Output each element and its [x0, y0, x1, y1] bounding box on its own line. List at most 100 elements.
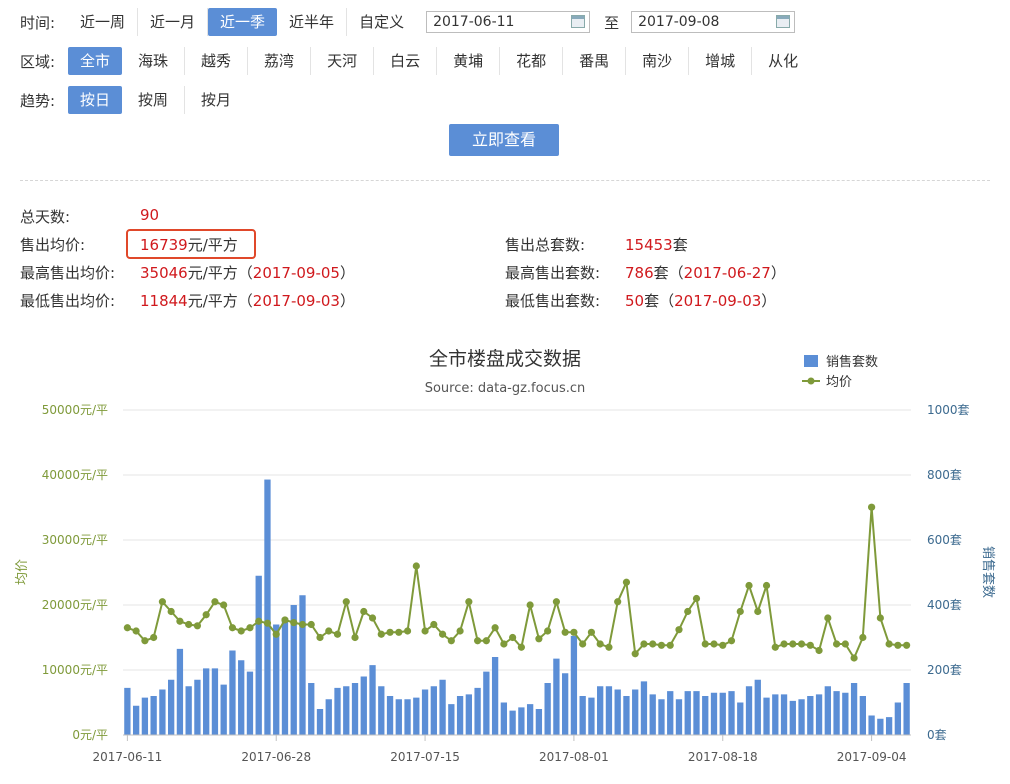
- time-filter-row: 时间: 近一周 近一月 近一季 近半年 自定义 2017-06-11 至 201…: [20, 8, 796, 36]
- right-axis-ticks: 0套 200套 400套 600套 800套 1000套: [927, 403, 970, 742]
- price-point: [622, 578, 631, 586]
- bar: [369, 665, 376, 735]
- bar: [299, 595, 306, 735]
- region-option-huangpu[interactable]: 黄埔: [437, 47, 501, 75]
- query-button[interactable]: 立即查看: [449, 124, 559, 156]
- time-option-custom[interactable]: 自定义: [347, 8, 416, 36]
- calendar-icon[interactable]: [571, 15, 586, 28]
- price-point: [832, 640, 841, 648]
- end-date-value: 2017-09-08: [638, 14, 720, 30]
- right-axis-tick-label: 600套: [927, 533, 962, 547]
- bar: [124, 687, 131, 735]
- bar: [885, 717, 893, 735]
- bar: [649, 694, 656, 735]
- bar: [754, 679, 761, 735]
- region-option-nansha[interactable]: 南沙: [626, 47, 690, 75]
- bar: [360, 676, 367, 735]
- time-option-month[interactable]: 近一月: [138, 8, 209, 36]
- max-units-stat: 最高售出套数:: [505, 262, 600, 283]
- start-date-field[interactable]: 2017-06-11: [426, 11, 591, 33]
- price-point: [684, 607, 692, 616]
- bar: [168, 679, 175, 735]
- bar: [343, 686, 350, 735]
- bar: [386, 696, 394, 735]
- bar: [229, 650, 236, 735]
- bar: [640, 681, 648, 735]
- price-point: [430, 620, 438, 629]
- price-point: [447, 637, 455, 645]
- price-point: [701, 640, 709, 648]
- region-option-huadu[interactable]: 花都: [500, 47, 564, 75]
- region-option-yuexiu[interactable]: 越秀: [185, 47, 249, 75]
- bar: [325, 699, 332, 735]
- right-axis-tick-label: 800套: [927, 468, 962, 482]
- bar: [684, 691, 691, 735]
- price-point: [360, 607, 368, 616]
- price-point: [815, 646, 823, 655]
- bar: [824, 686, 831, 735]
- region-option-liwan[interactable]: 荔湾: [248, 47, 312, 75]
- bar: [456, 696, 464, 735]
- price-point: [272, 630, 280, 638]
- bar: [264, 479, 271, 735]
- avg-price-label: 售出均价:: [20, 236, 86, 254]
- region-option-all[interactable]: 全市: [68, 47, 123, 75]
- calendar-icon[interactable]: [776, 15, 791, 28]
- trend-option-monthly[interactable]: 按月: [185, 86, 247, 114]
- max-price-stat: 最高售出均价:: [20, 262, 115, 283]
- price-point: [806, 641, 814, 649]
- price-point: [421, 627, 429, 635]
- price-point: [202, 611, 210, 619]
- price-point: [631, 650, 639, 658]
- legend-bar-swatch: [804, 355, 818, 367]
- region-option-zengcheng[interactable]: 增城: [689, 47, 753, 75]
- time-option-halfyear[interactable]: 近半年: [277, 8, 348, 36]
- chart-title: 全市楼盘成交数据: [429, 348, 581, 370]
- price-point: [876, 614, 884, 622]
- bar: [465, 694, 472, 735]
- bar: [500, 702, 508, 735]
- region-option-tianhe[interactable]: 天河: [311, 47, 375, 75]
- price-point: [754, 607, 762, 616]
- price-point: [517, 643, 525, 651]
- bar: [719, 692, 726, 735]
- time-option-quarter[interactable]: 近一季: [208, 8, 278, 36]
- price-point: [500, 640, 508, 648]
- bar: [132, 705, 140, 735]
- region-option-panyu[interactable]: 番禺: [563, 47, 627, 75]
- min-price-label: 最低售出均价:: [20, 292, 116, 310]
- bar: [562, 673, 569, 735]
- price-point: [298, 620, 307, 629]
- x-axis-ticks: 2017-06-11 2017-06-28 2017-07-15 2017-08-01…: [93, 734, 911, 764]
- bar: [448, 704, 455, 735]
- region-option-baiyun[interactable]: 白云: [374, 47, 438, 75]
- left-axis-tick-label: 30000元/平: [42, 533, 108, 547]
- price-point: [596, 640, 604, 648]
- region-option-haizhu[interactable]: 海珠: [122, 47, 186, 75]
- price-point: [228, 624, 237, 632]
- bar: [789, 700, 796, 735]
- bar: [763, 697, 770, 735]
- price-line-points: [123, 503, 911, 662]
- price-point: [263, 619, 272, 627]
- min-units-label: 最低售出套数:: [505, 292, 601, 310]
- end-date-field[interactable]: 2017-09-08: [631, 11, 796, 33]
- chart-legend[interactable]: 销售套数 均价: [802, 354, 878, 390]
- x-tick-label: 2017-07-15: [390, 750, 460, 764]
- price-point: [377, 630, 385, 638]
- bar: [667, 691, 674, 735]
- bar: [439, 679, 446, 735]
- legend-bar-label[interactable]: 销售套数: [826, 354, 878, 370]
- legend-line-label[interactable]: 均价: [826, 375, 852, 390]
- bar: [474, 687, 481, 735]
- trend-option-daily[interactable]: 按日: [68, 86, 123, 114]
- region-filter-row: 区域: 全市 海珠 越秀 荔湾 天河 白云 黄埔 花都 番禺 南沙 增城 从化: [20, 47, 814, 75]
- bar: [378, 686, 385, 735]
- price-point: [342, 598, 350, 606]
- trend-option-weekly[interactable]: 按周: [122, 86, 186, 114]
- time-option-week[interactable]: 近一周: [68, 8, 139, 36]
- region-option-conghua[interactable]: 从化: [752, 47, 814, 75]
- price-point: [132, 627, 140, 635]
- bar: [868, 715, 875, 735]
- bar: [176, 648, 184, 735]
